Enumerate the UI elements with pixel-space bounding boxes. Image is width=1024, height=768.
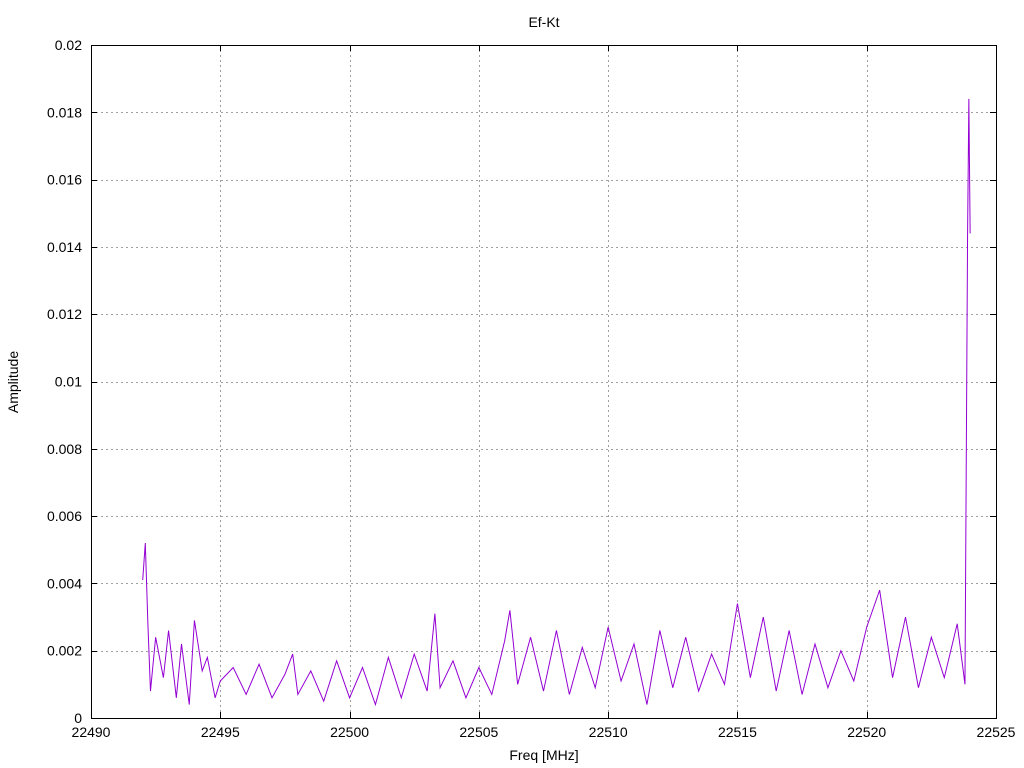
x-tick-label: 22520 (847, 724, 886, 740)
x-tick-label: 22525 (977, 724, 1016, 740)
y-tick-label: 0.014 (47, 239, 82, 255)
x-tick-label: 22495 (201, 724, 240, 740)
chart-title: Ef-Kt (528, 14, 559, 30)
y-tick-label: 0.016 (47, 172, 82, 188)
y-tick-label: 0.002 (47, 643, 82, 659)
x-tick-label: 22490 (72, 724, 111, 740)
tick-layer: 22490 22495 22500 22505 22510 22515 22520 22525… (47, 37, 1016, 740)
grid-layer (91, 45, 996, 718)
y-tick-label: 0.008 (47, 441, 82, 457)
series-line (142, 98, 971, 707)
x-tick-label: 22500 (330, 724, 369, 740)
line-chart: 22490 22495 22500 22505 22510 22515 22520 22525… (5, 14, 1016, 763)
y-tick-label: 0.004 (47, 575, 82, 591)
y-tick-label: 0.02 (55, 37, 82, 53)
x-tick-label: 22515 (718, 724, 757, 740)
x-tick-label: 22510 (589, 724, 628, 740)
y-tick-label: 0.01 (55, 374, 82, 390)
y-axis-title: Amplitude (5, 351, 21, 413)
y-tick-label: 0.006 (47, 508, 82, 524)
x-axis-title: Freq [MHz] (509, 747, 578, 763)
series-layer (142, 98, 971, 707)
y-tick-label: 0 (74, 710, 82, 726)
y-tick-label: 0.012 (47, 306, 82, 322)
y-tick-label: 0.018 (47, 104, 82, 120)
x-tick-label: 22505 (459, 724, 498, 740)
